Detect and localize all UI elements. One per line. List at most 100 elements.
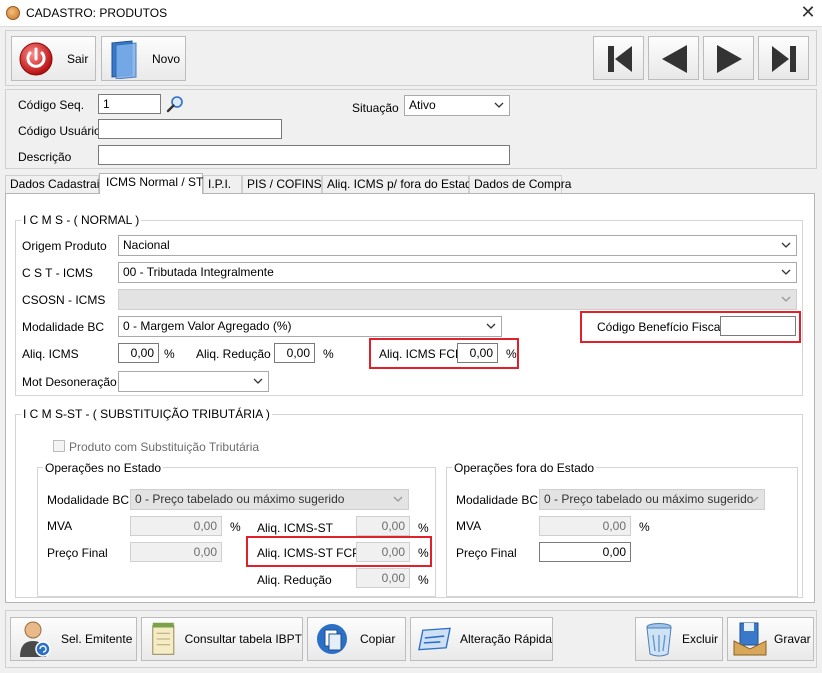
csosn-icms-select[interactable]: [118, 289, 797, 310]
modalidade-bc-value: 0 - Margem Valor Agregado (%): [123, 319, 292, 333]
alteracao-rapida-button[interactable]: Alteração Rápida: [410, 617, 553, 661]
group-icms-st-title: I C M S-ST - ( SUBSTITUIÇÃO TRIBUTÁRIA ): [21, 407, 272, 421]
codigo-seq-label: Código Seq.: [18, 98, 85, 112]
cst-icms-select[interactable]: 00 - Tributada Integralmente: [118, 262, 797, 283]
novo-button[interactable]: Novo: [101, 36, 186, 81]
excluir-button[interactable]: Excluir: [635, 617, 723, 661]
aliq-icms-field[interactable]: 0,00: [118, 343, 159, 363]
notepad-icon: [152, 622, 175, 655]
fora-mva-label: MVA: [456, 519, 482, 533]
situacao-label: Situação: [352, 101, 399, 115]
sair-button[interactable]: Sair: [11, 36, 96, 81]
st-aliq-reducao-label: Aliq. Redução: [257, 573, 332, 587]
aliq-reducao-percent: %: [323, 347, 334, 361]
fora-modalidade-bc-label: Modalidade BC: [456, 493, 539, 507]
origem-produto-label: Origem Produto: [22, 239, 107, 253]
chevron-down-icon: [393, 496, 403, 502]
codigo-beneficio-field[interactable]: [720, 316, 796, 336]
novo-label: Novo: [152, 51, 181, 66]
aliq-icms-fcp-field[interactable]: 0,00: [457, 343, 498, 363]
new-document-icon: [111, 39, 137, 79]
st-aliq-reducao-percent: %: [418, 573, 429, 587]
previous-icon: [662, 45, 687, 73]
st-aliq-icms-st-fcp-percent: %: [418, 546, 429, 560]
mot-desoneracao-label: Mot Desoneração: [22, 375, 117, 389]
st-mva-label: MVA: [47, 519, 73, 533]
substituicao-checkbox[interactable]: [53, 440, 65, 452]
modalidade-bc-label: Modalidade BC: [22, 320, 105, 334]
skip-first-icon: [608, 46, 632, 72]
st-modalidade-bc-select[interactable]: 0 - Preço tabelado ou máximo sugerido: [130, 489, 409, 510]
consultar-ibpt-button[interactable]: Consultar tabela IBPT: [141, 617, 303, 661]
codigo-seq-field[interactable]: 1: [98, 94, 161, 114]
power-icon: [19, 42, 53, 75]
st-aliq-icms-st-field[interactable]: 0,00: [356, 516, 410, 536]
st-preco-final-field[interactable]: 0,00: [130, 542, 222, 562]
last-record-button[interactable]: [758, 36, 809, 80]
window-title: CADASTRO: PRODUTOS: [26, 6, 168, 20]
st-aliq-icms-st-fcp-field[interactable]: 0,00: [356, 542, 410, 562]
st-aliq-icms-st-percent: %: [418, 521, 429, 535]
tab-ipi[interactable]: I.P.I.: [203, 175, 242, 193]
tab-dados-cadastrais[interactable]: Dados Cadastrais: [5, 175, 105, 193]
chevron-down-icon: [781, 269, 791, 275]
codigo-beneficio-label: Código Benefício Fiscal: [597, 320, 724, 334]
user-icon: [20, 621, 51, 657]
aliq-reducao-field[interactable]: 0,00: [274, 343, 315, 363]
search-button[interactable]: [165, 94, 187, 114]
fora-modalidade-bc-select[interactable]: 0 - Preço tabelado ou máximo sugerido: [539, 489, 765, 510]
fora-mva-field[interactable]: 0,00: [539, 516, 631, 536]
mot-desoneracao-select[interactable]: [118, 371, 269, 392]
copy-icon: [317, 624, 347, 654]
aliq-reducao-label: Aliq. Redução: [196, 347, 271, 361]
next-record-button[interactable]: [703, 36, 754, 80]
situacao-value: Ativo: [409, 98, 436, 112]
first-record-button[interactable]: [593, 36, 644, 80]
close-icon[interactable]: ✕: [798, 2, 818, 22]
cst-icms-value: 00 - Tributada Integralmente: [123, 265, 274, 279]
sel-emitente-button[interactable]: Sel. Emitente: [10, 617, 137, 661]
substituicao-checkbox-label: Produto com Substituição Tributária: [69, 440, 260, 454]
aliq-icms-fcp-percent: %: [506, 347, 517, 361]
previous-record-button[interactable]: [648, 36, 699, 80]
tab-icms-normal-st[interactable]: ICMS Normal / ST: [99, 173, 203, 194]
descricao-field[interactable]: [98, 145, 510, 165]
origem-produto-select[interactable]: Nacional: [118, 235, 797, 256]
codigo-usuario-label: Código Usuário: [18, 124, 101, 138]
st-preco-final-label: Preço Final: [47, 546, 108, 560]
modalidade-bc-select[interactable]: 0 - Margem Valor Agregado (%): [118, 316, 502, 337]
fora-mva-percent: %: [639, 520, 650, 534]
st-aliq-icms-st-fcp-label: Aliq. ICMS-ST FCP: [257, 546, 361, 560]
st-modalidade-bc-value: 0 - Preço tabelado ou máximo sugerido: [135, 492, 345, 506]
fora-modalidade-bc-value: 0 - Preço tabelado ou máximo sugerido: [544, 492, 754, 506]
copiar-button[interactable]: Copiar: [307, 617, 406, 661]
group-operacoes-fora-estado-title: Operações fora do Estado: [452, 461, 597, 475]
fora-preco-final-field[interactable]: 0,00: [539, 542, 631, 562]
next-icon: [717, 45, 742, 73]
sel-emitente-label: Sel. Emitente: [61, 632, 133, 646]
tab-pis-cofins[interactable]: PIS / COFINS: [242, 175, 322, 193]
chevron-down-icon: [486, 323, 496, 329]
chevron-down-icon: [781, 296, 791, 302]
gravar-button[interactable]: Gravar: [727, 617, 814, 661]
skip-last-icon: [772, 46, 796, 72]
chevron-down-icon: [494, 102, 504, 108]
group-operacoes-no-estado-title: Operações no Estado: [43, 461, 164, 475]
fora-preco-final-label: Preço Final: [456, 546, 517, 560]
tab-strip: Dados Cadastrais ICMS Normal / ST I.P.I.…: [5, 173, 817, 194]
chevron-down-icon: [781, 242, 791, 248]
chevron-down-icon: [253, 378, 263, 384]
st-aliq-reducao-field[interactable]: 0,00: [356, 568, 410, 588]
aliq-icms-percent: %: [164, 347, 175, 361]
tab-aliq-icms-fora-estado[interactable]: Aliq. ICMS p/ fora do Estado: [322, 175, 478, 193]
st-aliq-icms-st-label: Aliq. ICMS-ST: [257, 521, 334, 535]
consultar-ibpt-label: Consultar tabela IBPT: [184, 632, 302, 646]
tab-dados-compra[interactable]: Dados de Compra: [469, 175, 571, 193]
search-icon: [166, 96, 183, 113]
st-mva-field[interactable]: 0,00: [130, 516, 222, 536]
codigo-usuario-field[interactable]: [98, 119, 282, 139]
excluir-label: Excluir: [682, 632, 719, 646]
chevron-down-icon: [749, 496, 759, 502]
trash-icon: [646, 623, 672, 657]
situacao-select[interactable]: Ativo: [404, 95, 510, 116]
